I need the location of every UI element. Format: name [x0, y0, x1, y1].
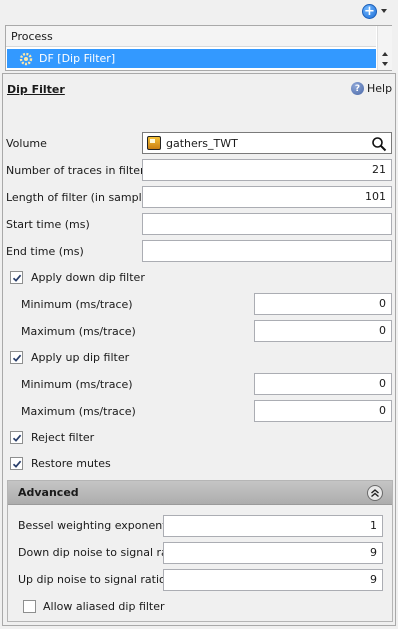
checkmark-icon [12, 434, 21, 442]
search-icon[interactable] [371, 136, 387, 152]
help-button[interactable]: ? Help [351, 82, 392, 95]
help-icon: ? [351, 82, 364, 95]
allow-aliased-label: Allow aliased dip filter [43, 600, 165, 613]
down-dip-checkbox[interactable] [10, 271, 23, 284]
process-row-label: DF [Dip Filter] [39, 52, 116, 65]
reject-filter-checkbox[interactable] [10, 431, 23, 444]
down-max-label: Maximum (ms/trace) [21, 325, 136, 338]
checkmark-icon [12, 460, 21, 468]
process-row-selected[interactable]: DF [Dip Filter] [7, 49, 376, 68]
bessel-field[interactable]: 1 [163, 515, 383, 537]
add-process-button[interactable]: + [362, 2, 396, 20]
volume-icon [147, 136, 161, 150]
up-max-field[interactable]: 0 [254, 400, 392, 422]
start-time-label: Start time (ms) [6, 218, 90, 231]
up-dip-checkbox[interactable] [10, 351, 23, 364]
length-label: Length of filter (in samples) [6, 191, 159, 204]
start-time-field[interactable] [142, 213, 392, 235]
traces-label: Number of traces in filter [6, 164, 145, 177]
help-label: Help [367, 82, 393, 95]
panel-title: Dip Filter [7, 83, 65, 96]
process-scrollbar[interactable] [377, 26, 392, 70]
up-noise-field[interactable]: 9 [163, 569, 383, 591]
allow-aliased-checkbox[interactable] [23, 600, 36, 613]
volume-label: Volume [6, 137, 47, 150]
bessel-label: Bessel weighting exponent [18, 519, 167, 532]
down-noise-label: Down dip noise to signal ratio [18, 546, 182, 559]
restore-mutes-checkbox[interactable] [10, 457, 23, 470]
traces-field[interactable]: 21 [142, 159, 392, 181]
chevron-down-icon [381, 9, 387, 13]
end-time-field[interactable] [142, 240, 392, 262]
up-max-label: Maximum (ms/trace) [21, 405, 136, 418]
collapse-button[interactable] [367, 485, 383, 501]
up-noise-label: Up dip noise to signal ratio [18, 573, 166, 586]
reject-filter-label: Reject filter [31, 431, 95, 444]
scroll-up-icon[interactable] [382, 52, 388, 56]
up-min-field[interactable]: 0 [254, 373, 392, 395]
down-dip-label: Apply down dip filter [31, 271, 145, 284]
up-min-label: Minimum (ms/trace) [21, 378, 133, 391]
checkmark-icon [12, 274, 21, 282]
advanced-group: Advanced Bessel weighting exponent 1 Dow… [7, 480, 393, 622]
process-table: Process DF [Dip Filter] [5, 25, 392, 71]
dip-filter-panel: Dip Filter ? Help Volume gathers_TWT Num… [2, 73, 396, 626]
add-circle-icon: + [362, 3, 377, 19]
length-field[interactable]: 101 [142, 186, 392, 208]
scroll-down-icon[interactable] [382, 62, 388, 66]
up-dip-label: Apply up dip filter [31, 351, 130, 364]
advanced-title: Advanced [18, 486, 79, 499]
volume-value: gathers_TWT [166, 136, 238, 150]
down-max-field[interactable]: 0 [254, 320, 392, 342]
down-noise-field[interactable]: 9 [163, 542, 383, 564]
down-min-field[interactable]: 0 [254, 293, 392, 315]
checkmark-icon [12, 354, 21, 362]
down-min-label: Minimum (ms/trace) [21, 298, 133, 311]
process-column-header[interactable]: Process [6, 26, 376, 47]
gear-icon [19, 52, 33, 65]
double-chevron-up-icon [371, 489, 379, 498]
restore-mutes-label: Restore mutes [31, 457, 111, 470]
advanced-header[interactable]: Advanced [8, 481, 392, 505]
volume-selector[interactable]: gathers_TWT [142, 132, 392, 154]
end-time-label: End time (ms) [6, 245, 84, 258]
